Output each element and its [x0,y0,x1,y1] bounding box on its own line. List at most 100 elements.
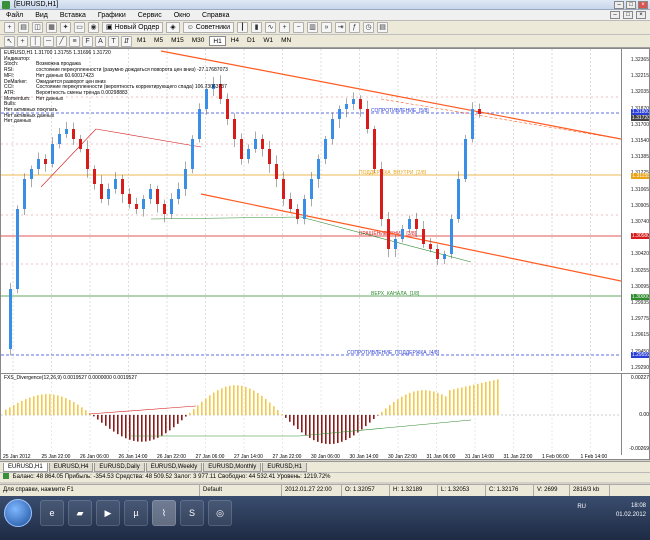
zoom-in-icon[interactable]: + [279,22,290,33]
navigator-icon[interactable]: ✦ [60,22,71,33]
tile-windows-icon[interactable]: ▥ [307,22,318,33]
chart-tab[interactable]: EURUSD,H1 [262,463,307,472]
osc-bar [157,415,159,438]
taskbar-folder-icon[interactable]: ▰ [68,500,92,526]
fibonacci-icon[interactable]: F [82,35,93,47]
candle-body [415,219,418,229]
new-chart-icon[interactable]: + [4,22,15,33]
menu-view[interactable]: Вид [29,12,54,19]
chart-tab[interactable]: EURUSD,Monthly [203,463,262,472]
tf-m5[interactable]: M5 [151,36,166,46]
menu-insert[interactable]: Вставка [54,12,92,19]
app-logo-icon [2,1,10,9]
tf-m1[interactable]: M1 [134,36,149,46]
mdi-minimize-button[interactable]: – [610,11,620,19]
label-icon[interactable]: T [108,35,119,47]
osc-bar [241,385,243,415]
account-row: Баланс: 48 864.05 Прибыль: -354.53 Средс… [0,472,650,482]
taskbar-browser-icon[interactable]: ◎ [208,500,232,526]
chart-tab[interactable]: EURUSD,H4 [48,463,94,472]
menu-charts[interactable]: Графики [92,12,132,19]
taskbar-torrent-icon[interactable]: µ [124,500,148,526]
tf-h1[interactable]: H1 [209,36,226,46]
tf-h4[interactable]: H4 [228,36,242,46]
osc-bar [385,408,387,415]
mdi-close-button[interactable]: × [636,11,646,19]
menu-window[interactable]: Окно [168,12,196,19]
time-tick: 31 Jan 22:00 [503,454,533,460]
start-button[interactable] [4,499,32,527]
new-order-button[interactable]: ▣ Новый Ордер [102,22,164,33]
candle-body [436,249,439,259]
chart-tab[interactable]: EURUSD,H1 [3,463,48,472]
line-chart-icon[interactable]: ∿ [265,22,276,33]
taskbar-skype-icon[interactable]: S [180,500,204,526]
osc-bar [37,395,39,415]
tf-mn[interactable]: MN [278,36,294,46]
mdi-restore-button[interactable]: □ [623,11,633,19]
candle-body [317,159,320,179]
status-help: Для справки, нажмите F1 [0,485,200,496]
bar-chart-icon[interactable]: ┃ [237,22,248,33]
osc-bar [449,390,451,415]
tf-w1[interactable]: W1 [260,36,276,46]
terminal-icon[interactable]: ▭ [74,22,85,33]
advisors-button[interactable]: ☺ Советники [182,22,234,33]
chart-window[interactable]: СОПРОТИВЛЕНИЕ_[5/8] ПОДДЕРЖКА_ВНУТРИ_[2/8… [0,48,650,460]
data-window-icon[interactable]: ▦ [46,22,57,33]
channel-lower-line [200,193,621,282]
candle-body [359,99,362,109]
price-scale[interactable]: 1.323651.322151.320351.318701.317001.315… [621,49,649,371]
menu-help[interactable]: Справка [196,12,235,19]
tf-m15[interactable]: M15 [168,36,187,46]
tf-m30[interactable]: M30 [189,36,208,46]
menu-tools[interactable]: Сервис [132,12,168,19]
menu-file[interactable]: Файл [0,12,29,19]
periods-icon[interactable]: ◷ [363,22,374,33]
text-icon[interactable]: A [95,35,106,47]
tester-icon[interactable]: ◉ [88,22,99,33]
oscillator-window[interactable] [1,373,621,455]
osc-bar [329,415,331,445]
channel-icon[interactable]: ≡ [69,35,80,47]
candle-chart-icon[interactable]: ▮ [251,22,262,33]
vertical-line-icon[interactable]: │ [30,35,41,47]
autoscroll-icon[interactable]: » [321,22,332,33]
candle-body [30,169,33,179]
candle-body [331,119,334,139]
indicators-icon[interactable]: ƒ [349,22,360,33]
time-tick: 26 Jan 06:00 [80,454,109,460]
tf-d1[interactable]: D1 [244,36,258,46]
minimize-button[interactable]: – [614,1,624,9]
taskbar-metatrader-icon[interactable]: ⌇ [152,500,176,526]
close-button[interactable]: × [638,1,648,9]
taskbar-ie-icon[interactable]: e [40,500,64,526]
arrows-icon[interactable]: ⇵ [121,35,132,47]
osc-bar [381,411,383,415]
editor-button[interactable]: ◈ [166,22,180,33]
osc-bar [13,405,15,415]
chart-shift-icon[interactable]: ⇥ [335,22,346,33]
status-close: C: 1.32176 [486,485,534,496]
osc-bar [197,405,199,415]
system-clock[interactable]: 18:08 01.02.2012 [616,502,646,520]
osc-bar [289,415,291,422]
cursor-icon[interactable]: ↖ [4,35,15,47]
language-indicator[interactable]: RU [577,504,586,510]
horizontal-line-icon[interactable]: ─ [43,35,54,47]
market-watch-icon[interactable]: ◫ [32,22,43,33]
profiles-icon[interactable]: ▤ [18,22,29,33]
chart-tab[interactable]: EURUSD,Weekly [145,463,203,472]
templates-icon[interactable]: ▤ [377,22,388,33]
candle-body [107,189,110,199]
osc-bar [117,415,119,435]
indicator-key: Нет данных [4,118,32,125]
taskbar-media-icon[interactable]: ▶ [96,500,120,526]
crosshair-icon[interactable]: + [17,35,28,47]
chart-tab[interactable]: EURUSD,Daily [94,463,145,472]
maximize-button[interactable]: □ [626,1,636,9]
osc-bar [169,415,171,431]
zoom-out-icon[interactable]: − [293,22,304,33]
trendline-icon[interactable]: ╱ [56,35,67,47]
osc-bar [349,415,351,438]
